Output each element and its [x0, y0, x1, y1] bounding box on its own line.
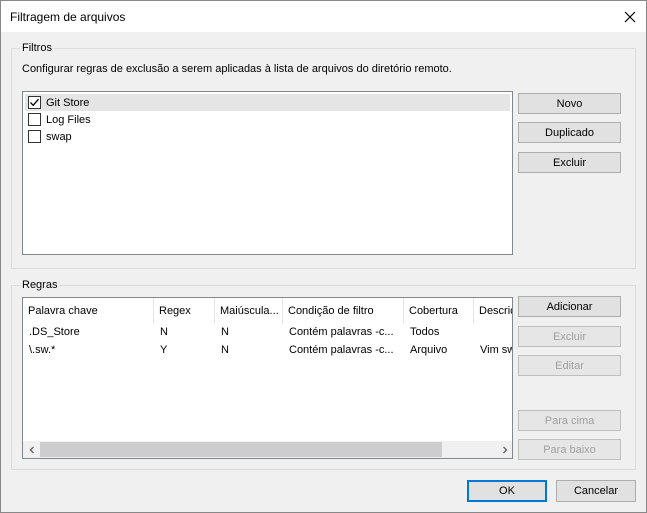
dialog-window: Filtragem de arquivos Filtros Configurar…: [0, 0, 647, 513]
new-filter-button[interactable]: Novo: [518, 93, 621, 114]
table-row[interactable]: .DS_Store N N Contém palavras -c... Todo…: [23, 324, 512, 340]
edit-rule-button[interactable]: Editar: [518, 355, 621, 376]
cell-keyword: \.sw.*: [29, 344, 56, 356]
rules-table[interactable]: Palavra chave Regex Maiúscula... Condiçã…: [22, 297, 513, 459]
filters-group-label: Filtros: [20, 42, 54, 54]
cancel-button-label: Cancelar: [573, 485, 619, 497]
cell-condition: Contém palavras -c...: [289, 326, 394, 338]
filter-label: Git Store: [46, 96, 90, 109]
ok-button[interactable]: OK: [467, 480, 547, 502]
column-header-condition[interactable]: Condição de filtro: [283, 298, 404, 324]
delete-rule-button-label: Excluir: [552, 330, 586, 343]
filter-item[interactable]: Git Store: [25, 94, 510, 111]
scroll-right-arrow[interactable]: [496, 441, 512, 458]
filter-checkbox[interactable]: [28, 130, 41, 143]
filter-label: Log Files: [46, 113, 91, 126]
duplicate-filter-button-label: Duplicado: [545, 126, 594, 139]
add-rule-button-label: Adicionar: [546, 300, 593, 313]
cell-regex: N: [160, 326, 168, 338]
close-button[interactable]: [614, 1, 646, 32]
column-header-coverage[interactable]: Cobertura: [404, 298, 474, 324]
delete-rule-button[interactable]: Excluir: [518, 326, 621, 347]
move-up-button[interactable]: Para cima: [518, 410, 621, 431]
rules-table-header: Palavra chave Regex Maiúscula... Condiçã…: [23, 298, 512, 324]
new-filter-button-label: Novo: [556, 97, 583, 110]
window-title: Filtragem de arquivos: [10, 10, 126, 24]
cell-coverage: Todos: [410, 326, 440, 338]
cell-condition: Contém palavras -c...: [289, 344, 394, 356]
rules-group-label: Regras: [20, 279, 60, 291]
edit-rule-button-label: Editar: [555, 359, 584, 372]
title-bar: Filtragem de arquivos: [1, 1, 646, 32]
move-down-button[interactable]: Para baixo: [518, 439, 621, 460]
filter-checkbox[interactable]: [28, 113, 41, 126]
filters-description: Configurar regras de exclusão a serem ap…: [22, 63, 452, 75]
move-up-button-label: Para cima: [544, 414, 595, 427]
scrollbar-thumb[interactable]: [40, 442, 442, 457]
table-row[interactable]: \.sw.* Y N Contém palavras -c... Arquivo…: [23, 342, 513, 358]
horizontal-scrollbar[interactable]: [23, 441, 512, 458]
scroll-left-arrow[interactable]: [23, 441, 40, 458]
filters-list[interactable]: Git Store Log Files swap: [22, 91, 513, 255]
close-icon: [624, 11, 636, 22]
filter-item[interactable]: Log Files: [25, 111, 510, 128]
column-header-description[interactable]: Descriç: [474, 298, 512, 324]
cell-description: Vim sw: [480, 344, 513, 356]
chevron-left-icon: [29, 446, 34, 453]
filter-label: swap: [46, 130, 72, 143]
column-header-case[interactable]: Maiúscula...: [215, 298, 283, 324]
ok-button-label: OK: [499, 485, 515, 497]
cancel-button[interactable]: Cancelar: [556, 480, 636, 502]
duplicate-filter-button[interactable]: Duplicado: [518, 122, 621, 143]
delete-filter-button[interactable]: Excluir: [518, 152, 621, 173]
cell-description: [475, 324, 512, 340]
filter-item[interactable]: swap: [25, 128, 510, 145]
cell-case: N: [221, 326, 229, 338]
add-rule-button[interactable]: Adicionar: [518, 296, 621, 317]
cell-case: N: [221, 344, 229, 356]
cell-keyword: .DS_Store: [29, 326, 80, 338]
cell-coverage: Arquivo: [410, 344, 448, 356]
chevron-right-icon: [502, 446, 507, 453]
checkmark-icon: [30, 98, 39, 107]
delete-filter-button-label: Excluir: [552, 156, 586, 169]
column-header-regex[interactable]: Regex: [154, 298, 215, 324]
filter-checkbox[interactable]: [28, 96, 41, 109]
cell-regex: Y: [160, 344, 168, 356]
column-header-keyword[interactable]: Palavra chave: [23, 298, 154, 324]
move-down-button-label: Para baixo: [543, 443, 596, 456]
